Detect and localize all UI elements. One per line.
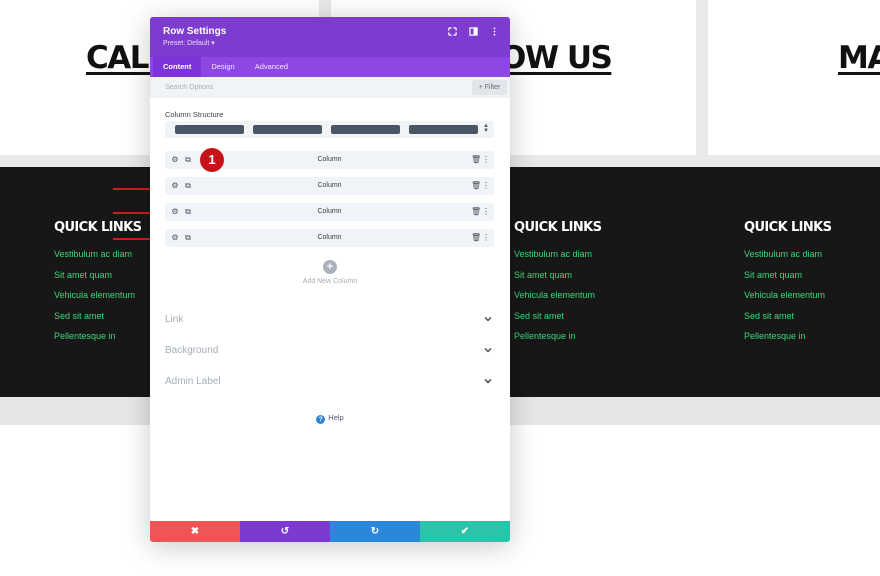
save-button[interactable]: ✔ <box>420 521 510 542</box>
filter-button[interactable]: + Filter <box>472 80 507 95</box>
column-label: Column <box>317 182 342 189</box>
quick-links-title: QUICK LINKS <box>514 220 602 235</box>
quick-link[interactable]: Vehicula elementum <box>54 290 141 311</box>
structure-column-block <box>253 125 322 134</box>
quick-links-column-3: QUICK LINKS Vestibulum ac diam Sit amet … <box>744 220 832 352</box>
header-icons <box>446 27 500 39</box>
add-new-column-label: Add New Column <box>302 278 358 285</box>
row-settings-modal: Row Settings Preset: Default ▾ Content D… <box>150 17 510 542</box>
duplicate-icon[interactable]: ⧉ <box>183 232 193 244</box>
quick-link[interactable]: Sit amet quam <box>514 270 601 291</box>
quick-link[interactable]: Sed sit amet <box>54 311 141 332</box>
quick-link[interactable]: Vestibulum ac diam <box>744 249 831 270</box>
add-new-column-button[interactable]: + Add New Column <box>150 260 510 285</box>
column-item[interactable]: Column ⚙ ⧉ 🗑 ⋮ <box>165 177 494 195</box>
more-options-icon[interactable]: ⋮ <box>481 232 491 244</box>
select-caret-icon: ▲ ▼ <box>483 123 489 134</box>
heading-follow-us: OW US <box>500 40 613 76</box>
trash-icon[interactable]: 🗑 <box>471 154 481 166</box>
modal-tabs: Content Design Advanced <box>150 57 510 77</box>
expand-icon[interactable] <box>446 27 458 39</box>
structure-column-block <box>331 125 400 134</box>
step-number-badge: 1 <box>200 148 224 172</box>
quick-link[interactable]: Vestibulum ac diam <box>514 249 601 270</box>
quick-link[interactable]: Vehicula elementum <box>514 290 601 311</box>
settings-gear-icon[interactable]: ⚙ <box>170 206 180 218</box>
column-label: Column <box>317 234 342 241</box>
duplicate-icon[interactable]: ⧉ <box>183 154 193 166</box>
help-link[interactable]: ? Help <box>150 413 510 424</box>
toggle-admin-label[interactable]: Admin Label <box>165 374 494 390</box>
quick-link[interactable]: Vestibulum ac diam <box>54 249 141 270</box>
search-options-input[interactable] <box>156 80 456 95</box>
split-view-icon[interactable] <box>467 27 479 39</box>
settings-gear-icon[interactable]: ⚙ <box>170 232 180 244</box>
quick-link[interactable]: Vehicula elementum <box>744 290 831 311</box>
chevron-down-icon <box>484 343 492 359</box>
duplicate-icon[interactable]: ⧉ <box>183 180 193 192</box>
more-options-icon[interactable] <box>488 27 500 39</box>
trash-icon[interactable]: 🗑 <box>471 232 481 244</box>
chevron-down-icon <box>484 374 492 390</box>
toggle-label: Background <box>165 345 219 356</box>
tab-content[interactable]: Content <box>153 57 202 77</box>
redo-button[interactable]: ↻ <box>330 521 420 542</box>
quick-links-title: QUICK LINKS <box>744 220 832 235</box>
column-item[interactable]: Column ⚙ ⧉ 🗑 ⋮ <box>165 203 494 221</box>
more-options-icon[interactable]: ⋮ <box>481 206 491 218</box>
tab-advanced[interactable]: Advanced <box>245 57 298 77</box>
search-row: + Filter <box>150 77 510 98</box>
undo-button[interactable]: ↺ <box>240 521 330 542</box>
settings-gear-icon[interactable]: ⚙ <box>170 180 180 192</box>
preset-selector[interactable]: Preset: Default ▾ <box>163 39 497 47</box>
more-options-icon[interactable]: ⋮ <box>481 154 491 166</box>
duplicate-icon[interactable]: ⧉ <box>183 206 193 218</box>
quick-link[interactable]: Pellentesque in <box>514 331 601 352</box>
heading-map: MA <box>838 40 880 76</box>
structure-column-block <box>409 125 478 134</box>
top-card-right <box>708 0 880 155</box>
more-options-icon[interactable]: ⋮ <box>481 180 491 192</box>
plus-icon: + <box>323 260 337 274</box>
quick-links-column-2: QUICK LINKS Vestibulum ac diam Sit amet … <box>514 220 602 352</box>
column-structure-select[interactable]: ▲ ▼ <box>165 121 494 138</box>
column-structure-label: Column Structure <box>165 110 224 119</box>
quick-link[interactable]: Sed sit amet <box>744 311 831 332</box>
trash-icon[interactable]: 🗑 <box>471 206 481 218</box>
chevron-down-icon <box>484 312 492 328</box>
trash-icon[interactable]: 🗑 <box>471 180 481 192</box>
quick-link[interactable]: Pellentesque in <box>54 331 141 352</box>
toggle-link[interactable]: Link <box>165 312 494 328</box>
help-icon: ? <box>316 415 326 424</box>
column-item[interactable]: Column ⚙ ⧉ 🗑 ⋮ <box>165 229 494 247</box>
quick-link[interactable]: Sed sit amet <box>514 311 601 332</box>
help-label: Help <box>328 413 344 422</box>
structure-column-block <box>175 125 244 134</box>
tab-design[interactable]: Design <box>201 57 244 77</box>
modal-header[interactable]: Row Settings Preset: Default ▾ <box>150 17 510 57</box>
column-label: Column <box>317 208 342 215</box>
toggle-background[interactable]: Background <box>165 343 494 359</box>
quick-link[interactable]: Sit amet quam <box>54 270 141 291</box>
quick-link[interactable]: Pellentesque in <box>744 331 831 352</box>
settings-gear-icon[interactable]: ⚙ <box>170 154 180 166</box>
toggle-label: Link <box>165 314 184 325</box>
modal-action-bar: ✖ ↺ ↻ ✔ <box>150 521 510 542</box>
cancel-button[interactable]: ✖ <box>150 521 240 542</box>
toggle-label: Admin Label <box>165 376 221 387</box>
quick-links-title: QUICK LINKS <box>54 220 142 235</box>
quick-link[interactable]: Sit amet quam <box>744 270 831 291</box>
